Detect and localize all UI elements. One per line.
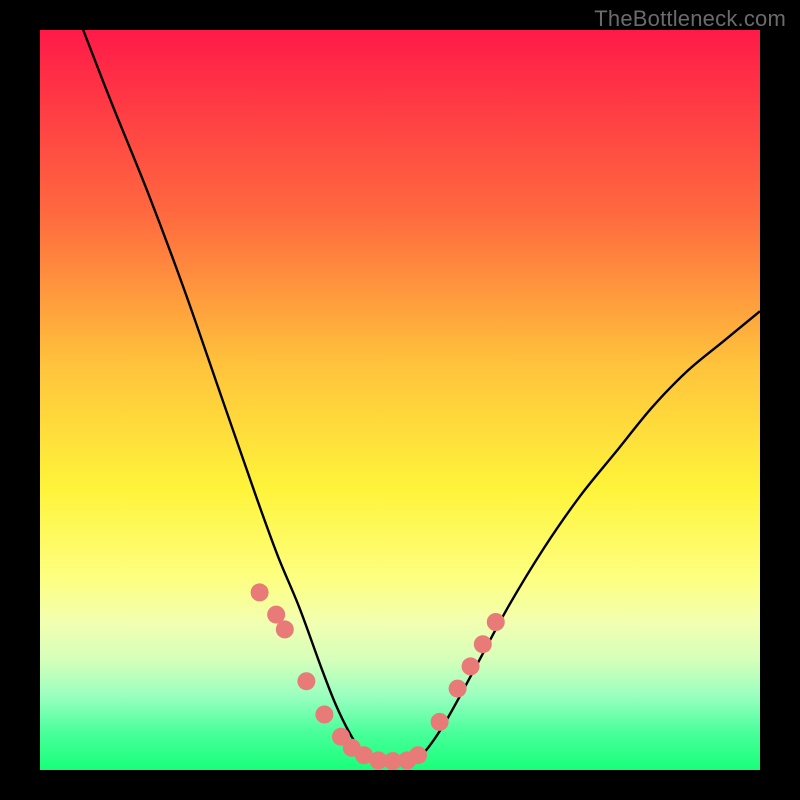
highlight-dot	[449, 680, 467, 698]
highlight-dot	[315, 706, 333, 724]
highlight-dot	[487, 613, 505, 631]
chart-frame: TheBottleneck.com	[0, 0, 800, 800]
highlight-dot	[474, 635, 492, 653]
plot-area	[40, 30, 760, 770]
watermark-text: TheBottleneck.com	[594, 6, 786, 32]
highlight-dot	[431, 713, 449, 731]
highlight-dot	[276, 620, 294, 638]
bottleneck-curve-path	[83, 30, 760, 763]
highlight-dots-group	[251, 583, 505, 770]
highlight-dot	[251, 583, 269, 601]
highlight-dot	[409, 746, 427, 764]
highlight-dot	[462, 657, 480, 675]
curve-svg	[40, 30, 760, 770]
highlight-dot	[297, 672, 315, 690]
